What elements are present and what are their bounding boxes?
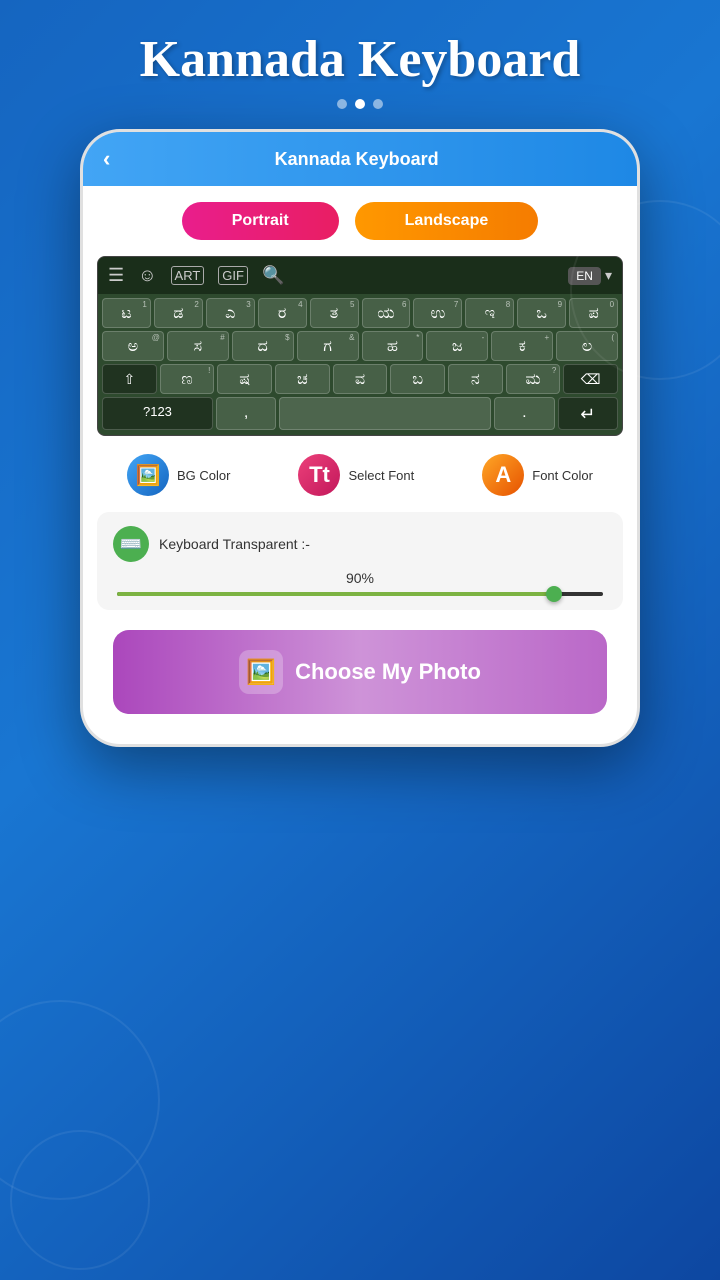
slider-header: ⌨️ Keyboard Transparent :- bbox=[113, 526, 607, 562]
key-row-4: ?123 , . ↵ bbox=[102, 397, 618, 430]
keyboard-toolbar: ☰ ☺ ART GIF 🔍 EN ▾ bbox=[98, 257, 622, 294]
gif-icon[interactable]: GIF bbox=[218, 266, 248, 285]
key-ga[interactable]: &ಗ bbox=[297, 331, 359, 361]
key-nna[interactable]: ನ bbox=[448, 364, 503, 394]
num-key[interactable]: ?123 bbox=[102, 397, 213, 430]
key-ra[interactable]: 4ರ bbox=[258, 298, 307, 328]
key-la[interactable]: (ಲ bbox=[556, 331, 618, 361]
bg-color-icon: 🖼️ bbox=[127, 454, 169, 496]
key-ja[interactable]: -ಜ bbox=[426, 331, 488, 361]
key-row-2: @ಅ #ಸ $ದ &ಗ *ಹ -ಜ +ಕ (ಲ bbox=[102, 331, 618, 361]
select-font-tool[interactable]: Tt Select Font bbox=[298, 454, 414, 496]
slider-track[interactable] bbox=[117, 592, 603, 596]
key-ha[interactable]: *ಹ bbox=[362, 331, 424, 361]
phone-frame: ‹ Kannada Keyboard Portrait Landscape ☰ … bbox=[80, 129, 640, 747]
key-i[interactable]: 8ಇ bbox=[465, 298, 514, 328]
transparency-icon: ⌨️ bbox=[113, 526, 149, 562]
key-o[interactable]: 9ಒ bbox=[517, 298, 566, 328]
slider-fill bbox=[117, 592, 554, 596]
key-cha[interactable]: ಚ bbox=[275, 364, 330, 394]
enter-key[interactable]: ↵ bbox=[558, 397, 618, 430]
comma-key[interactable]: , bbox=[216, 397, 276, 430]
slider-thumb[interactable] bbox=[546, 586, 562, 602]
period-key[interactable]: . bbox=[494, 397, 554, 430]
bg-color-tool[interactable]: 🖼️ BG Color bbox=[127, 454, 230, 496]
key-u[interactable]: 7ಉ bbox=[413, 298, 462, 328]
keyboard-preview: ☰ ☺ ART GIF 🔍 EN ▾ 1ಟ 2ಡ 3ಎ 4ರ 5ತ 6ಯ 7ಉ … bbox=[97, 256, 623, 436]
landscape-tab[interactable]: Landscape bbox=[355, 202, 539, 240]
key-ya[interactable]: 6ಯ bbox=[362, 298, 411, 328]
key-row-3: ⇧ !ಣ ಷ ಚ ವ ಬ ನ ?ಮ ⌫ bbox=[102, 364, 618, 394]
key-ba[interactable]: ಬ bbox=[390, 364, 445, 394]
photo-icon: 🖼️ bbox=[239, 650, 283, 694]
bg-color-label: BG Color bbox=[177, 468, 230, 483]
key-a[interactable]: @ಅ bbox=[102, 331, 164, 361]
back-button[interactable]: ‹ bbox=[103, 146, 110, 172]
shift-key[interactable]: ⇧ bbox=[102, 364, 157, 394]
backspace-key[interactable]: ⌫ bbox=[563, 364, 618, 394]
font-color-label: Font Color bbox=[532, 468, 593, 483]
key-row-1: 1ಟ 2ಡ 3ಎ 4ರ 5ತ 6ಯ 7ಉ 8ಇ 9ಒ 0ಪ bbox=[102, 298, 618, 328]
slider-title: Keyboard Transparent :- bbox=[159, 536, 310, 552]
top-bar: ‹ Kannada Keyboard bbox=[83, 132, 637, 186]
key-ka[interactable]: +ಕ bbox=[491, 331, 553, 361]
select-font-icon: Tt bbox=[298, 454, 340, 496]
font-color-tool[interactable]: A Font Color bbox=[482, 454, 593, 496]
page-dots bbox=[0, 99, 720, 109]
dot-1[interactable] bbox=[337, 99, 347, 109]
key-ta[interactable]: 1ಟ bbox=[102, 298, 151, 328]
art-icon[interactable]: ART bbox=[171, 266, 205, 285]
key-e[interactable]: 3ಎ bbox=[206, 298, 255, 328]
dot-2[interactable] bbox=[355, 99, 365, 109]
choose-photo-label: Choose My Photo bbox=[295, 659, 481, 685]
key-ma[interactable]: ?ಮ bbox=[506, 364, 561, 394]
app-title: Kannada Keyboard bbox=[0, 0, 720, 99]
keyboard-keys: 1ಟ 2ಡ 3ಎ 4ರ 5ತ 6ಯ 7ಉ 8ಇ 9ಒ 0ಪ @ಅ #ಸ $ದ &… bbox=[98, 294, 622, 435]
slider-value: 90% bbox=[113, 570, 607, 586]
transparency-section: ⌨️ Keyboard Transparent :- 90% bbox=[97, 512, 623, 610]
font-color-icon: A bbox=[482, 454, 524, 496]
choose-photo-button[interactable]: 🖼️ Choose My Photo bbox=[113, 630, 607, 714]
header-title: Kannada Keyboard bbox=[126, 149, 587, 170]
key-dha[interactable]: $ದ bbox=[232, 331, 294, 361]
key-sha[interactable]: ಷ bbox=[217, 364, 272, 394]
key-tha[interactable]: 5ತ bbox=[310, 298, 359, 328]
key-va[interactable]: ವ bbox=[333, 364, 388, 394]
menu-icon[interactable]: ☰ bbox=[108, 265, 124, 286]
mode-tabs: Portrait Landscape bbox=[83, 186, 637, 256]
tools-row: 🖼️ BG Color Tt Select Font A Font Color bbox=[83, 436, 637, 504]
dot-3[interactable] bbox=[373, 99, 383, 109]
portrait-tab[interactable]: Portrait bbox=[182, 202, 339, 240]
key-na[interactable]: !ಣ bbox=[160, 364, 215, 394]
key-pa[interactable]: 0ಪ bbox=[569, 298, 618, 328]
search-icon[interactable]: 🔍 bbox=[262, 265, 284, 286]
key-sa[interactable]: #ಸ bbox=[167, 331, 229, 361]
key-da[interactable]: 2ಡ bbox=[154, 298, 203, 328]
select-font-label: Select Font bbox=[348, 468, 414, 483]
emoji-icon[interactable]: ☺ bbox=[138, 265, 156, 286]
space-key[interactable] bbox=[279, 397, 491, 430]
